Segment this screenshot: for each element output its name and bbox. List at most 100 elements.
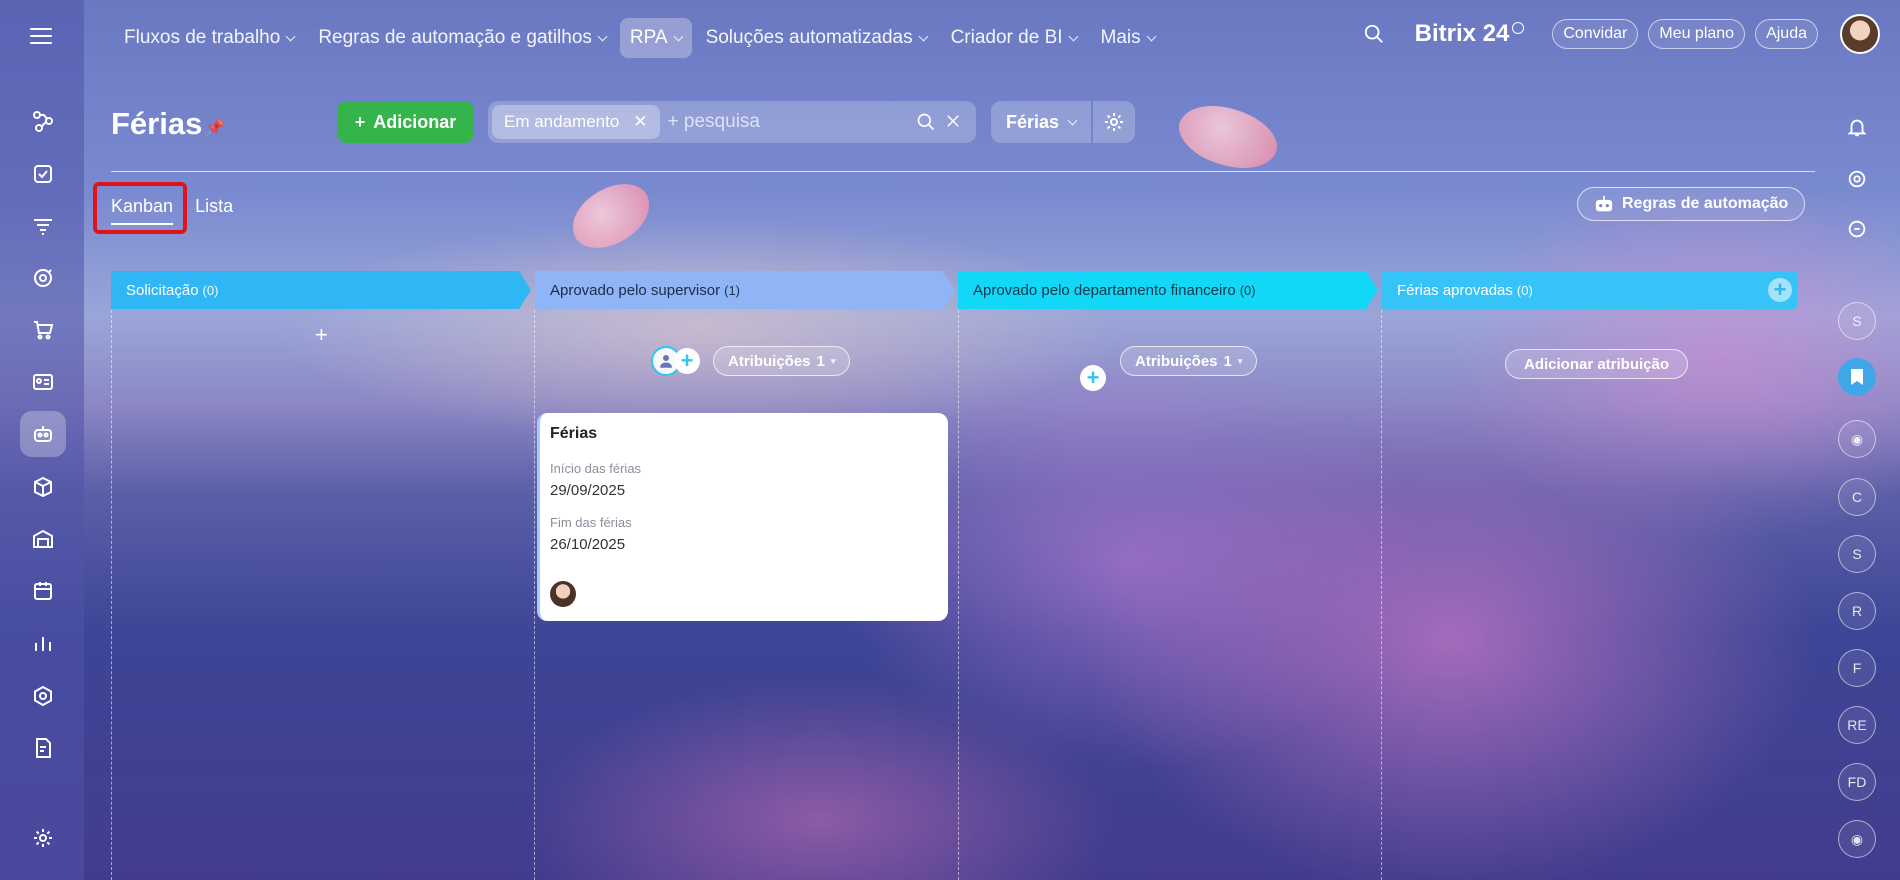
column-header-request[interactable]: Solicitação (0) [111, 271, 531, 309]
user-avatar[interactable] [1840, 14, 1880, 54]
calendar-icon[interactable] [20, 568, 66, 614]
chevron-down-icon: ▾ [830, 355, 836, 366]
assignments-dropdown[interactable]: Atribuições 1 ▾ [713, 346, 851, 376]
pin-icon[interactable]: 📌 [205, 118, 225, 138]
add-assignment-button[interactable]: Adicionar atribuição [1505, 349, 1689, 379]
funnel-icon[interactable] [20, 203, 66, 249]
clock-icon [1512, 22, 1525, 34]
menu-item-bi-builder[interactable]: Criador de BI [941, 18, 1087, 58]
warehouse-icon[interactable] [20, 516, 66, 562]
column-count: (0) [202, 282, 219, 298]
tasks-icon[interactable] [20, 151, 66, 197]
box-icon[interactable] [20, 464, 66, 510]
workflow-icon[interactable] [20, 98, 66, 144]
search-icon[interactable] [916, 112, 936, 132]
automation-rules-label: Regras de automação [1622, 195, 1789, 212]
search-icon[interactable] [1363, 23, 1385, 45]
assignments-count: 1 [816, 352, 825, 370]
column-header-supervisor[interactable]: Aprovado pelo supervisor (1) [535, 271, 955, 309]
card-title[interactable]: Férias [550, 425, 938, 443]
chevron-down-icon [918, 31, 929, 41]
my-plan-label: Meu plano [1659, 25, 1735, 42]
invite-button[interactable]: Convidar [1552, 19, 1639, 49]
add-button[interactable]: + Adicionar [337, 101, 474, 143]
menu-item-automation-rules[interactable]: Regras de automação e gatilhos [308, 18, 616, 58]
cart-icon[interactable] [20, 307, 66, 353]
add-assignee-icon[interactable]: + [674, 348, 700, 374]
group-icon: ◉ [1850, 430, 1864, 447]
tab-list[interactable]: Lista [195, 196, 233, 225]
top-right-group: Bitrix 24 Convidar Meu plano Ajuda [1363, 14, 1880, 54]
robot-icon[interactable] [20, 411, 66, 457]
document-sign-icon[interactable] [20, 725, 66, 771]
menu-item-automated-solutions[interactable]: Soluções automatizadas [696, 18, 937, 58]
help-button[interactable]: Ajuda [1755, 19, 1818, 49]
brand-name: Bitrix 24 [1414, 20, 1510, 47]
menu-item-label: Fluxos de trabalho [124, 27, 281, 48]
robot-icon [1595, 195, 1613, 212]
card-avatar[interactable] [550, 581, 576, 607]
chat-avatar[interactable]: R [1838, 592, 1876, 630]
kanban-card[interactable]: Férias Início das férias 29/09/2025 Fim … [537, 413, 948, 621]
chat-avatar[interactable]: FD [1838, 763, 1876, 801]
invite-label: Convidar [1563, 25, 1628, 42]
chat-avatar[interactable]: C [1838, 478, 1876, 516]
column-divider [111, 310, 112, 880]
right-sidebar: S ◉ C S R F RE FD ◉ [1816, 74, 1900, 880]
filter-search-bar[interactable]: Em andamento ✕ [488, 101, 976, 143]
chat-avatar[interactable]: F [1838, 649, 1876, 687]
column-name: Aprovado pelo departamento financeiro [973, 281, 1236, 299]
assignments-dropdown[interactable]: Atribuições 1 ▾ [1120, 346, 1258, 376]
menu-item-label: Regras de automação e gatilhos [318, 27, 592, 48]
chat-avatar[interactable]: ◉ [1838, 420, 1876, 458]
menu-item-label: Mais [1100, 27, 1141, 48]
automation-rules-button[interactable]: Regras de automação [1577, 187, 1806, 221]
chat-avatar[interactable]: S [1838, 535, 1876, 573]
column-header-approved[interactable]: Férias aprovadas (0) [1382, 271, 1797, 309]
chip-close-icon[interactable]: ✕ [633, 112, 647, 132]
chevron-down-icon [673, 31, 684, 41]
end-date-label: Fim das férias [550, 515, 632, 530]
analytics-icon[interactable] [20, 620, 66, 666]
bookmark-icon[interactable] [1838, 358, 1876, 396]
add-assignment-label: Adicionar atribuição [1524, 355, 1670, 373]
left-sidebar [0, 0, 84, 880]
start-date-label: Início das férias [550, 461, 642, 476]
my-plan-button[interactable]: Meu plano [1648, 19, 1746, 49]
add-column-icon[interactable]: + [1768, 278, 1792, 302]
hexagon-icon[interactable] [20, 673, 66, 719]
column-header-finance[interactable]: Aprovado pelo departamento financeiro (0) [958, 271, 1378, 309]
chat-avatar[interactable]: ◉ [1838, 820, 1876, 858]
highlight-annotation [93, 182, 187, 234]
plus-icon: + [354, 111, 366, 132]
menu-item-rpa[interactable]: RPA [619, 18, 692, 58]
add-item-icon[interactable]: + [315, 322, 328, 348]
chevron-down-icon [1146, 31, 1157, 41]
add-button-label: Adicionar [373, 111, 457, 132]
copilot-icon[interactable] [1838, 160, 1876, 198]
group-icon: ◉ [1850, 830, 1864, 847]
chat-icon[interactable] [1838, 210, 1876, 248]
chat-avatar[interactable]: S [1838, 302, 1876, 340]
filter-chip[interactable]: Em andamento ✕ [492, 105, 660, 139]
kanban-settings-button[interactable] [1093, 101, 1135, 143]
add-assignee-icon[interactable]: + [1080, 365, 1106, 391]
settings-icon[interactable] [20, 815, 66, 861]
top-menu: Fluxos de trabalho Regras de automação e… [114, 18, 1165, 58]
page-title: Férias [111, 106, 203, 141]
chat-avatar-initials: FD [1847, 774, 1867, 790]
menu-item-workflows[interactable]: Fluxos de trabalho [114, 18, 304, 58]
target-icon[interactable] [20, 255, 66, 301]
menu-icon[interactable] [30, 28, 52, 44]
view-dropdown[interactable]: Férias [991, 101, 1091, 143]
search-input[interactable] [667, 111, 888, 133]
menu-item-more[interactable]: Mais [1091, 18, 1165, 58]
chevron-down-icon [597, 31, 608, 41]
chat-avatar[interactable]: RE [1838, 706, 1876, 744]
menu-item-label: Soluções automatizadas [705, 27, 913, 48]
bell-icon[interactable] [1838, 108, 1876, 146]
clear-icon[interactable] [944, 112, 962, 130]
chevron-down-icon [285, 31, 296, 41]
contact-card-icon[interactable] [20, 359, 66, 405]
end-date-value: 26/10/2025 [550, 536, 626, 553]
